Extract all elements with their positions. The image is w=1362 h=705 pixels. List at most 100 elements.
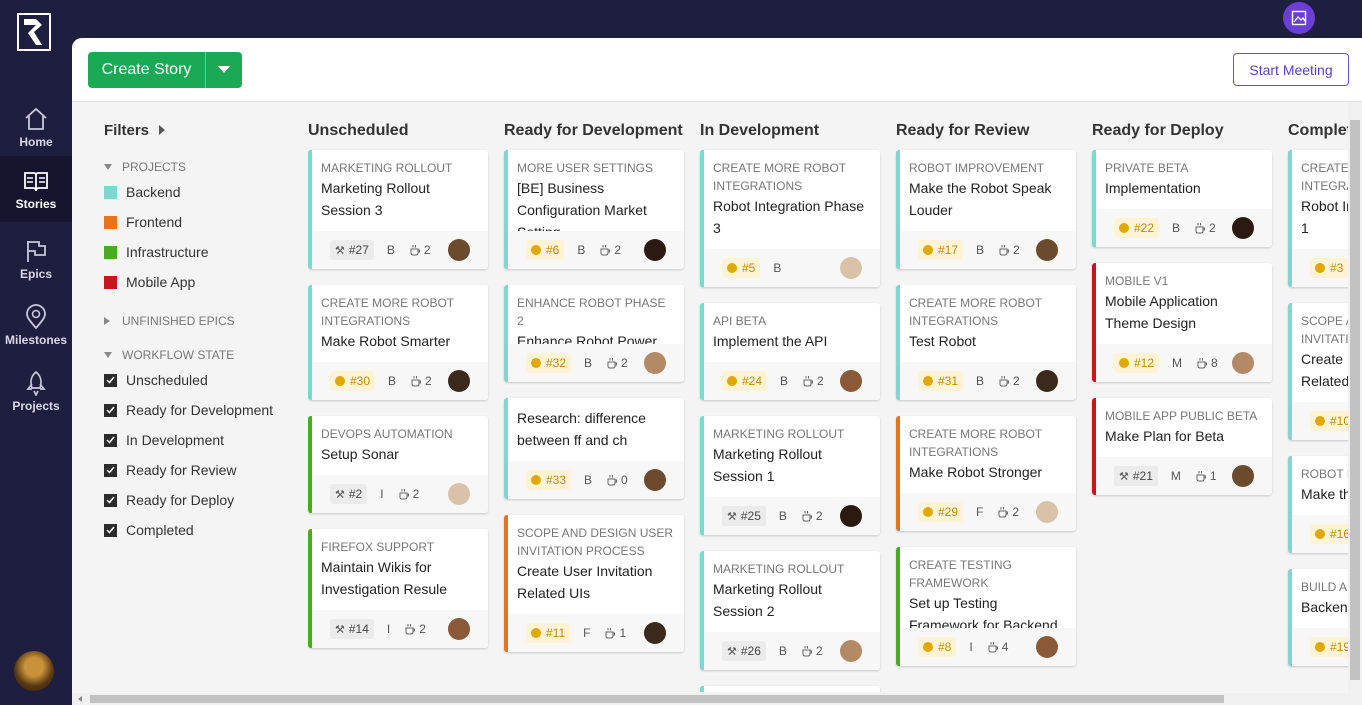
story-title[interactable]: Make Plan for Beta xyxy=(1105,425,1263,447)
story-card[interactable]: Research: difference between ff and ch #3… xyxy=(504,398,684,499)
owner-avatar[interactable] xyxy=(840,257,862,279)
owner-avatar[interactable] xyxy=(448,239,470,261)
story-title[interactable]: Research: difference between ff and ch xyxy=(517,407,675,451)
story-card[interactable]: CREATE MORE ROBOT INTEGRATIONSRobot Inte… xyxy=(1288,150,1348,287)
story-card[interactable]: CREATE MORE ROBOT INTEGRATIONS Make Robot… xyxy=(896,416,1076,531)
story-card[interactable]: SCOPE AND DESIGN USER INVITATION PROCESS… xyxy=(1288,303,1348,440)
horizontal-scrollbar[interactable] xyxy=(72,693,1362,705)
story-title[interactable]: Implement the API xyxy=(713,330,871,352)
create-story-label[interactable]: Create Story xyxy=(88,52,206,88)
owner-avatar[interactable] xyxy=(1036,636,1058,658)
project-filter-item[interactable]: Mobile App xyxy=(104,274,195,290)
owner-avatar[interactable] xyxy=(840,640,862,662)
story-epic-label[interactable]: BUILD AN ENTERPRISE xyxy=(1301,578,1348,596)
vertical-scroll-thumb[interactable] xyxy=(1350,120,1360,680)
story-card[interactable]: BUILD AN ENTERPRISEBackend #19 xyxy=(1288,569,1348,666)
project-color-checkbox[interactable] xyxy=(104,275,117,289)
owner-avatar[interactable] xyxy=(644,469,666,491)
story-card[interactable]: MARKETING ROLLOUT Marketing Rollout Sessi… xyxy=(700,416,880,535)
story-card[interactable]: MARKETING ROLLOUT Marketing Rollout Sessi… xyxy=(308,150,488,269)
story-epic-label[interactable]: MOBILE APP PUBLIC BETA xyxy=(1105,407,1263,425)
owner-avatar[interactable] xyxy=(1232,352,1254,374)
workflow-checkbox[interactable] xyxy=(104,433,117,447)
story-epic-label[interactable]: MARKETING ROLLOUT xyxy=(713,560,871,578)
story-title[interactable]: Mobile Application Theme Design xyxy=(1105,290,1263,334)
story-card[interactable]: CREATE TESTING FRAMEWORK Set up Testing F… xyxy=(896,547,1076,666)
story-card[interactable]: ROBOT IMPROVEMENT xyxy=(700,686,880,692)
story-card[interactable]: MORE USER SETTINGS [BE] Business Configur… xyxy=(504,150,684,269)
workflow-checkbox[interactable] xyxy=(104,373,117,387)
story-card[interactable]: CREATE MORE ROBOT INTEGRATIONSRobot Inte… xyxy=(700,150,880,287)
vertical-scrollbar[interactable] xyxy=(1348,102,1362,693)
story-epic-label[interactable]: ROBOT IMPROVEMENT xyxy=(909,159,1067,177)
workflow-checkbox[interactable] xyxy=(104,523,117,537)
project-filter-item[interactable]: Frontend xyxy=(104,214,182,230)
owner-avatar[interactable] xyxy=(840,370,862,392)
story-title[interactable]: Make the Robot Smart xyxy=(1301,483,1348,505)
story-epic-label[interactable]: ENHANCE ROBOT PHASE 2 xyxy=(517,294,675,330)
workflow-checkbox[interactable] xyxy=(104,463,117,477)
story-epic-label[interactable]: CREATE TESTING FRAMEWORK xyxy=(909,556,1067,592)
story-epic-label[interactable]: CREATE MORE ROBOT INTEGRATIONS xyxy=(1301,159,1348,195)
owner-avatar[interactable] xyxy=(644,239,666,261)
logo[interactable] xyxy=(17,13,51,51)
story-title[interactable]: Backend xyxy=(1301,596,1348,618)
nav-projects[interactable]: Projects xyxy=(0,358,72,424)
story-title[interactable]: Make the Robot Speak Louder xyxy=(909,177,1067,221)
story-epic-label[interactable]: CREATE MORE ROBOT INTEGRATIONS xyxy=(321,294,479,330)
nav-epics[interactable]: Epics xyxy=(0,226,72,292)
story-epic-label[interactable]: FIREFOX SUPPORT xyxy=(321,538,479,556)
story-title[interactable]: Marketing Rollout Session 1 xyxy=(713,443,871,487)
story-card[interactable]: ENHANCE ROBOT PHASE 2 Enhance Robot Power… xyxy=(504,285,684,382)
story-card[interactable]: MOBILE V1 Mobile Application Theme Design… xyxy=(1092,263,1272,382)
owner-avatar[interactable] xyxy=(644,622,666,644)
story-title[interactable]: Robot Integration Phase 1 xyxy=(1301,195,1348,239)
story-epic-label[interactable]: SCOPE AND DESIGN USER INVITATION PROCESS xyxy=(517,524,675,560)
story-epic-label[interactable]: PRIVATE BETA xyxy=(1105,159,1263,177)
workflow-checkbox[interactable] xyxy=(104,493,117,507)
project-color-checkbox[interactable] xyxy=(104,245,117,259)
workflow-filter-item[interactable]: Completed xyxy=(104,522,194,538)
project-color-checkbox[interactable] xyxy=(104,215,117,229)
nav-stories[interactable]: Stories xyxy=(0,156,72,222)
story-title[interactable]: Implementation xyxy=(1105,177,1263,199)
story-title[interactable]: Make Robot Stronger xyxy=(909,461,1067,483)
scroll-left-arrow-icon[interactable] xyxy=(76,693,84,705)
workflow-filter-item[interactable]: In Development xyxy=(104,432,224,448)
story-title[interactable]: Test Robot xyxy=(909,330,1067,352)
story-epic-label[interactable]: DEVOPS AUTOMATION xyxy=(321,425,479,443)
story-epic-label[interactable]: MORE USER SETTINGS xyxy=(517,159,675,177)
create-story-dropdown[interactable] xyxy=(206,52,242,88)
workflow-filter-item[interactable]: Ready for Development xyxy=(104,402,273,418)
owner-avatar[interactable] xyxy=(1232,465,1254,487)
story-card[interactable]: CREATE MORE ROBOT INTEGRATIONS Test Robot… xyxy=(896,285,1076,400)
story-card[interactable]: MARKETING ROLLOUT Marketing Rollout Sessi… xyxy=(700,551,880,670)
story-title[interactable]: Make Robot Smarter xyxy=(321,330,479,352)
owner-avatar[interactable] xyxy=(448,618,470,640)
owner-avatar[interactable] xyxy=(448,370,470,392)
story-card[interactable]: PRIVATE BETA Implementation #22 B 2 xyxy=(1092,150,1272,247)
story-epic-label[interactable]: CREATE MORE ROBOT INTEGRATIONS xyxy=(909,425,1067,461)
project-filter-item[interactable]: Backend xyxy=(104,184,180,200)
story-title[interactable]: Marketing Rollout Session 3 xyxy=(321,177,479,221)
story-title[interactable]: Maintain Wikis for Investigation Resule xyxy=(321,556,479,600)
owner-avatar[interactable] xyxy=(1036,501,1058,523)
nav-milestones[interactable]: Milestones xyxy=(0,292,72,358)
story-card[interactable]: MOBILE APP PUBLIC BETA Make Plan for Beta… xyxy=(1092,398,1272,495)
story-card[interactable]: FIREFOX SUPPORT Maintain Wikis for Invest… xyxy=(308,529,488,648)
owner-avatar[interactable] xyxy=(448,483,470,505)
story-epic-label[interactable]: MOBILE V1 xyxy=(1105,272,1263,290)
story-epic-label[interactable]: API BETA xyxy=(713,312,871,330)
story-epic-label[interactable]: CREATE MORE ROBOT INTEGRATIONS xyxy=(713,159,871,195)
story-epic-label[interactable]: CREATE MORE ROBOT INTEGRATIONS xyxy=(909,294,1067,330)
epics-section-toggle[interactable]: UNFINISHED EPICS xyxy=(104,314,235,328)
story-card[interactable]: ROBOT IMPROVEMENT Make the Robot Speak Lo… xyxy=(896,150,1076,269)
horizontal-scroll-thumb[interactable] xyxy=(90,695,1224,703)
story-card[interactable]: SCOPE AND DESIGN USER INVITATION PROCESS… xyxy=(504,515,684,652)
create-story-button[interactable]: Create Story xyxy=(88,52,242,88)
owner-avatar[interactable] xyxy=(1232,217,1254,239)
story-card[interactable]: DEVOPS AUTOMATION Setup Sonar ⚒ #2 I 2 xyxy=(308,416,488,513)
story-card[interactable]: API BETA Implement the API #24 B 2 xyxy=(700,303,880,400)
story-title[interactable]: Robot Integration Phase 3 xyxy=(713,195,871,239)
story-epic-label[interactable]: MARKETING ROLLOUT xyxy=(321,159,479,177)
